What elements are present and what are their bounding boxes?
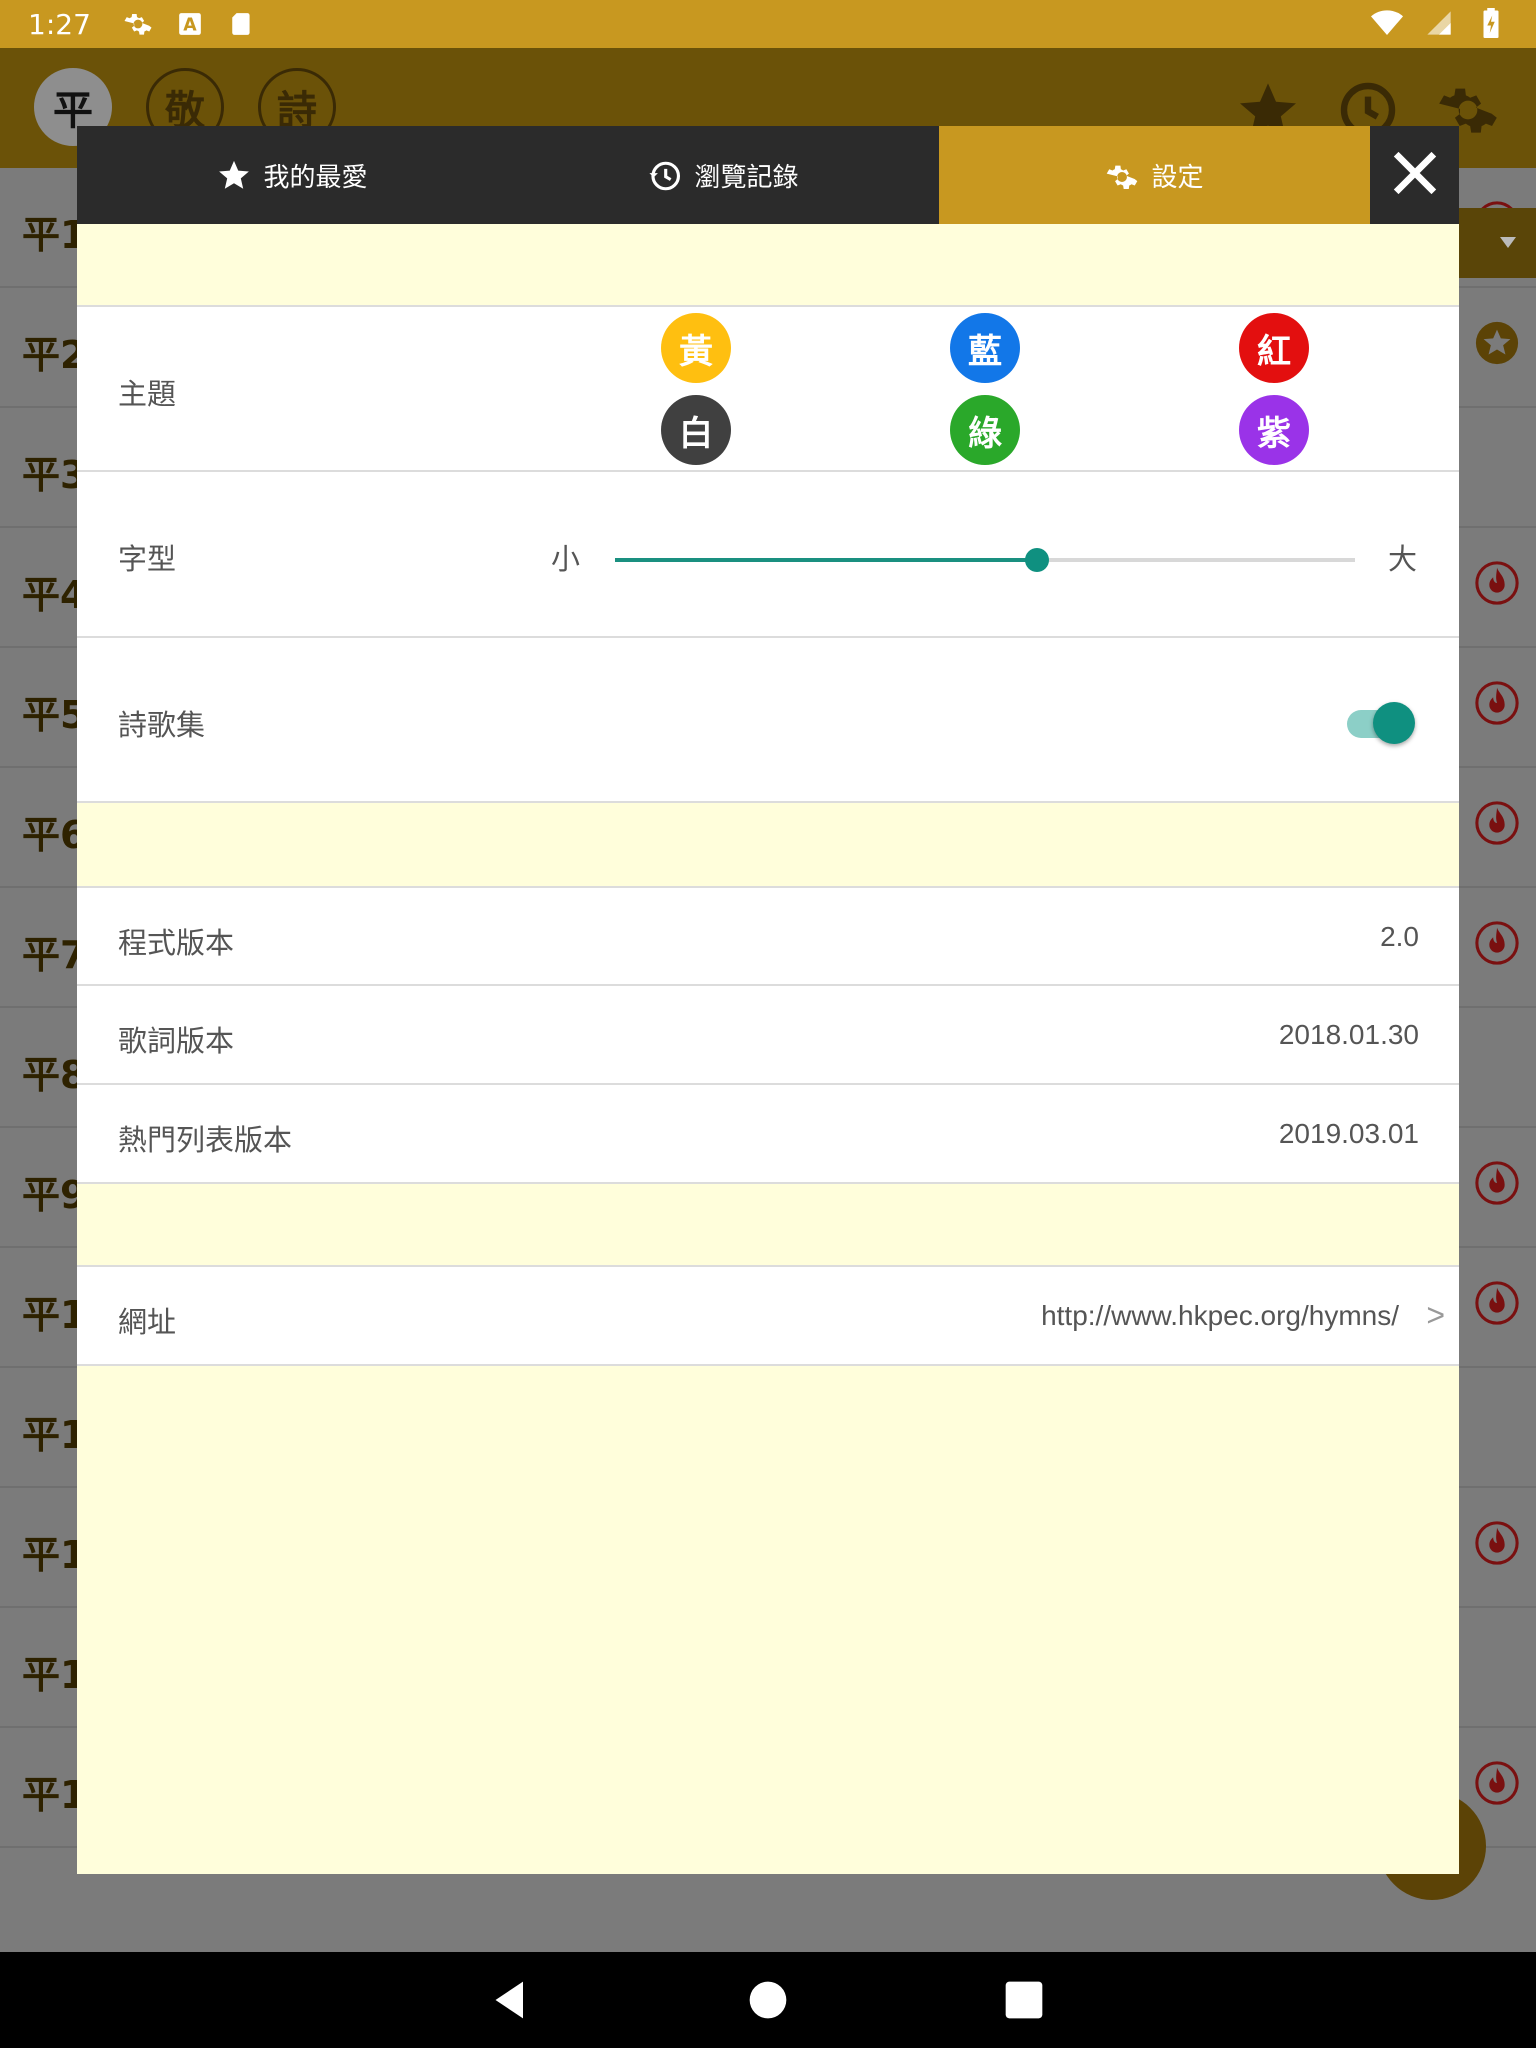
- gear-icon: [1105, 158, 1139, 192]
- lyrics-version-row: 歌詞版本 2018.01.30: [77, 984, 1459, 1085]
- close-button[interactable]: [1370, 126, 1459, 224]
- tab-favorites-label: 我的最愛: [263, 162, 368, 193]
- fire-icon[interactable]: [1474, 920, 1520, 966]
- popular-list-version-value: 2019.03.01: [1278, 1118, 1419, 1149]
- status-bar: 1:27 A: [0, 0, 1536, 48]
- theme-label: 主題: [118, 377, 177, 411]
- font-size-min-label: 小: [551, 542, 581, 576]
- font-size-slider-thumb[interactable]: [1024, 548, 1049, 572]
- navigation-bar: [0, 1952, 1536, 2048]
- tab-favorites[interactable]: 我的最愛: [77, 126, 508, 224]
- font-size-slider-fill: [615, 558, 1037, 562]
- app-version-row: 程式版本 2.0: [77, 886, 1459, 986]
- popular-list-version-row: 熱門列表版本 2019.03.01: [77, 1083, 1459, 1184]
- theme-row: 主題 黃 藍 紅 白 綠 紫: [77, 305, 1459, 472]
- theme-white-button[interactable]: 白: [661, 395, 731, 465]
- status-time: 1:27: [28, 7, 91, 41]
- tab-settings-label: 設定: [1151, 162, 1204, 193]
- hymnal-label: 詩歌集: [118, 708, 206, 742]
- lyrics-version-label: 歌詞版本: [118, 1024, 235, 1058]
- theme-yellow-button[interactable]: 黃: [661, 313, 731, 383]
- fire-icon[interactable]: [1474, 680, 1520, 726]
- chevron-down-icon: [1498, 231, 1518, 256]
- tab-settings[interactable]: 設定: [939, 126, 1370, 224]
- app-version-label: 程式版本: [118, 926, 235, 960]
- font-size-label: 字型: [118, 542, 177, 576]
- fire-icon[interactable]: [1474, 1280, 1520, 1326]
- fire-icon[interactable]: [1474, 1520, 1520, 1566]
- website-url[interactable]: http://www.hkpec.org/hymns/: [1041, 1300, 1399, 1332]
- a-icon: A: [173, 7, 207, 41]
- popular-list-version-label: 熱門列表版本: [118, 1123, 293, 1157]
- star-icon: [217, 158, 251, 192]
- lyrics-version-value: 2018.01.30: [1278, 1019, 1419, 1050]
- recents-icon[interactable]: [1002, 1978, 1046, 2022]
- close-icon: [1393, 151, 1437, 199]
- sd-card-icon: [225, 7, 259, 41]
- battery-icon: [1474, 6, 1508, 40]
- app-version-value: 2.0: [1380, 921, 1419, 952]
- svg-text:A: A: [183, 16, 197, 36]
- hymnal-toggle-thumb[interactable]: [1373, 702, 1415, 744]
- fire-icon[interactable]: [1474, 1160, 1520, 1206]
- home-icon[interactable]: [746, 1978, 790, 2022]
- hymnal-row: 詩歌集: [77, 636, 1459, 803]
- font-size-row: 字型 小 大: [77, 470, 1459, 638]
- website-row[interactable]: 網址 http://www.hkpec.org/hymns/ >: [77, 1265, 1459, 1366]
- star-icon[interactable]: [1474, 320, 1520, 366]
- website-label: 網址: [118, 1305, 177, 1339]
- tab-history-label: 瀏覽記錄: [694, 162, 799, 193]
- signal-icon: [1422, 6, 1456, 40]
- chevron-right-icon: >: [1426, 1297, 1445, 1333]
- theme-green-button[interactable]: 綠: [950, 395, 1020, 465]
- settings-modal: 我的最愛 瀏覽記錄 設定 主題 黃 藍 紅 白 綠 紫 字型 小 大 詩歌集 程…: [77, 126, 1459, 1874]
- theme-purple-button[interactable]: 紫: [1239, 395, 1309, 465]
- tab-history[interactable]: 瀏覽記錄: [508, 126, 939, 224]
- wifi-icon: [1370, 6, 1404, 40]
- fire-icon[interactable]: [1474, 800, 1520, 846]
- fire-icon[interactable]: [1474, 560, 1520, 606]
- history-icon: [648, 158, 682, 192]
- theme-blue-button[interactable]: 藍: [950, 313, 1020, 383]
- back-icon[interactable]: [490, 1978, 534, 2022]
- settings-icon: [121, 7, 155, 41]
- font-size-slider[interactable]: [615, 548, 1355, 572]
- theme-red-button[interactable]: 紅: [1239, 313, 1309, 383]
- font-size-max-label: 大: [1388, 542, 1418, 576]
- fire-icon[interactable]: [1474, 1760, 1520, 1806]
- modal-tabs: 我的最愛 瀏覽記錄 設定: [77, 126, 1459, 224]
